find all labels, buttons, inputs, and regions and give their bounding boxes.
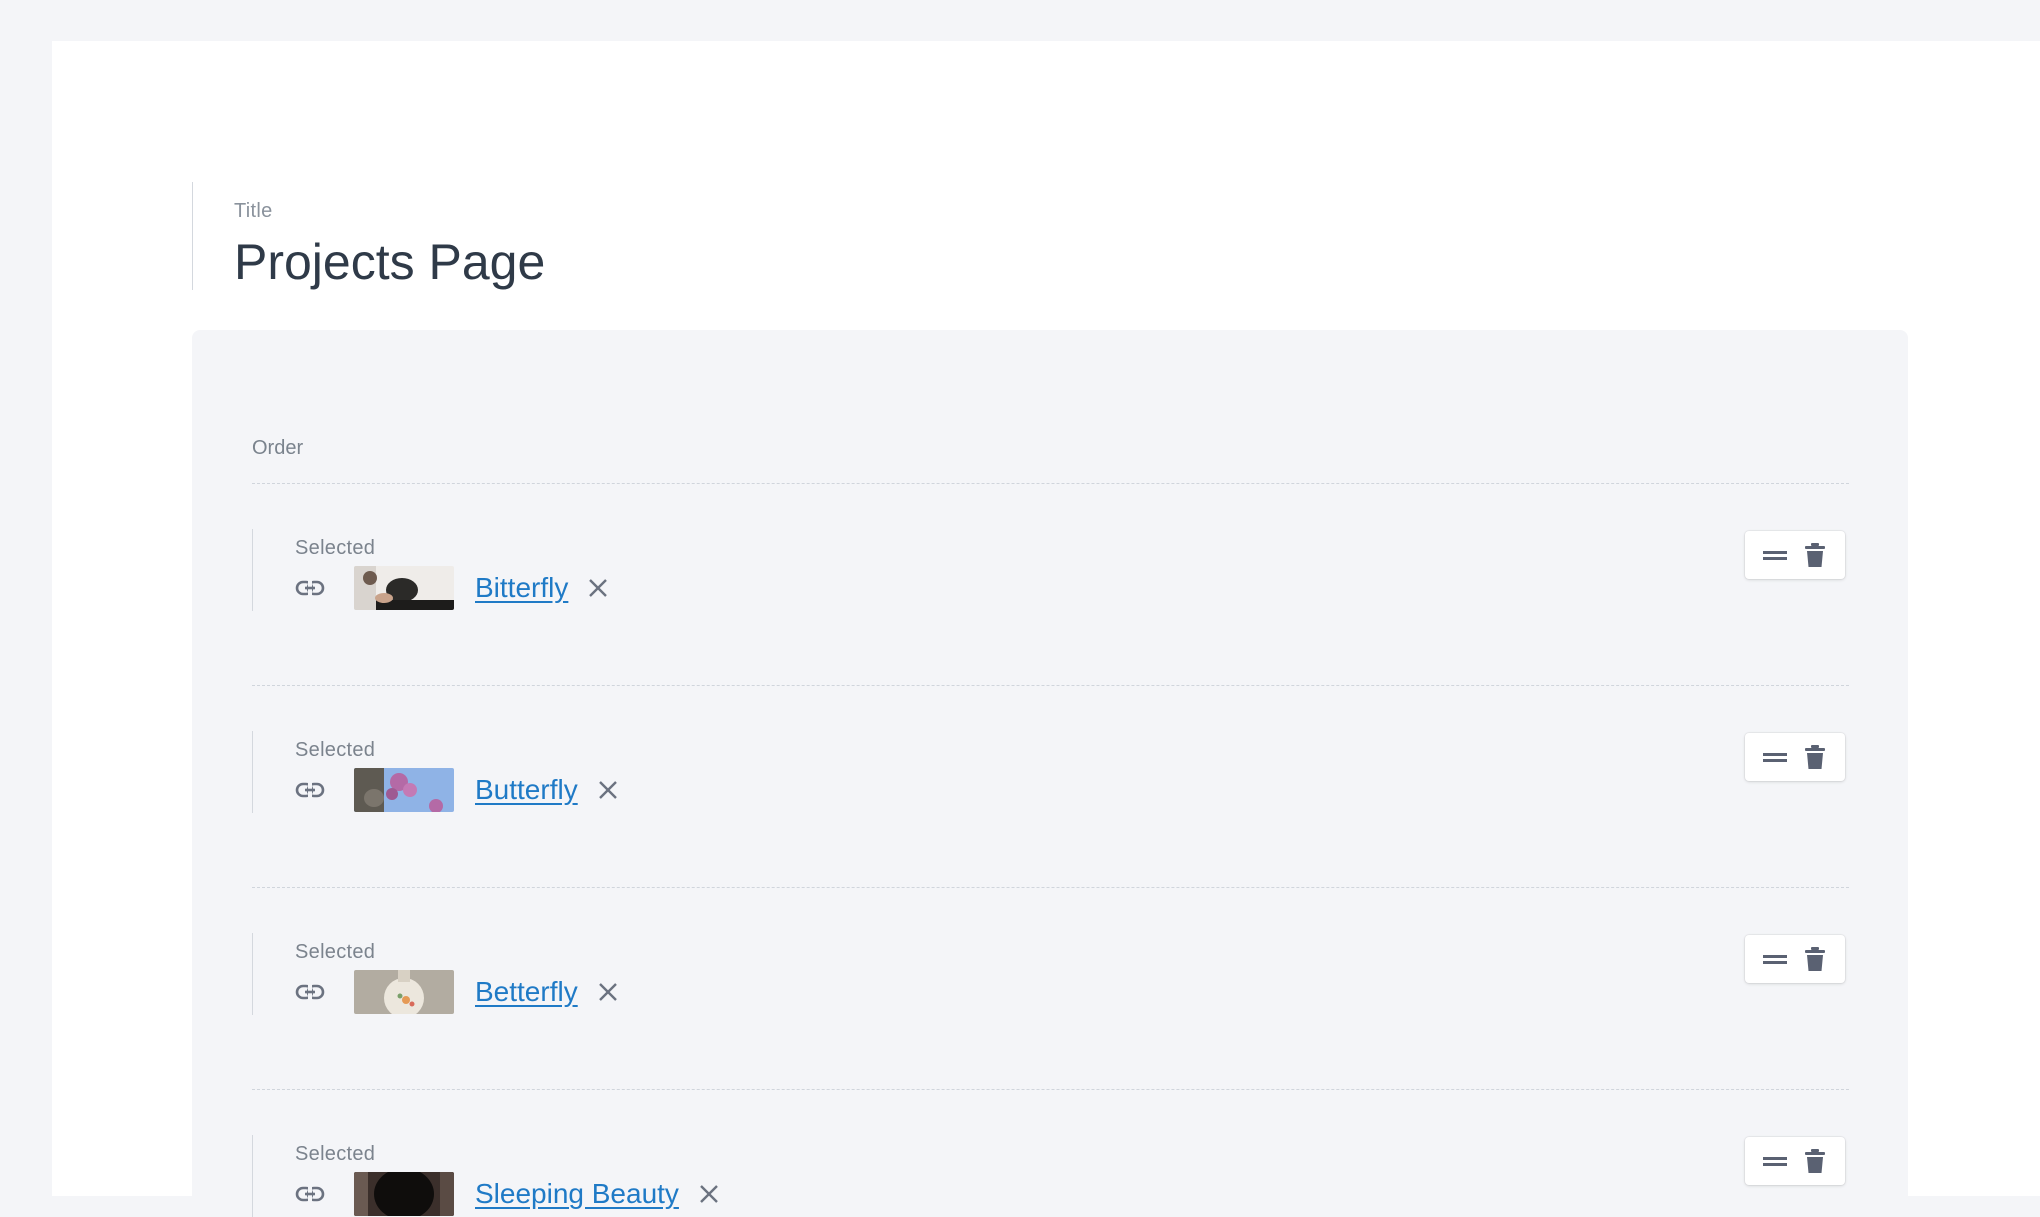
selected-line: Bitterfly: [295, 566, 612, 610]
entry-thumbnail: [354, 970, 454, 1014]
close-icon[interactable]: [695, 1180, 723, 1208]
link-icon: [295, 1179, 325, 1209]
list-item-body: Selected Betterfly: [252, 933, 622, 1015]
drag-handle-icon[interactable]: [1762, 541, 1788, 569]
selected-label: Selected: [295, 941, 376, 963]
selected-label: Selected: [295, 537, 376, 559]
entry-link[interactable]: Butterfly: [475, 774, 578, 806]
divider: [252, 887, 1849, 888]
divider: [252, 685, 1849, 686]
selected-line: Butterfly: [295, 768, 622, 812]
title-field-label: Title: [234, 200, 273, 222]
drag-handle-icon[interactable]: [1762, 743, 1788, 771]
close-icon[interactable]: [584, 574, 612, 602]
entry-link[interactable]: Sleeping Beauty: [475, 1178, 679, 1210]
trash-icon[interactable]: [1802, 945, 1828, 973]
page-title[interactable]: Projects Page: [234, 233, 545, 291]
list-item: Selected Sleeping Beauty: [252, 1135, 1849, 1217]
link-icon: [295, 775, 325, 805]
divider: [252, 483, 1849, 484]
entry-link[interactable]: Bitterfly: [475, 572, 568, 604]
trash-icon[interactable]: [1802, 541, 1828, 569]
list-item: Selected Bitterfly: [252, 529, 1849, 611]
close-icon[interactable]: [594, 776, 622, 804]
entry-thumbnail: [354, 768, 454, 812]
list-item-body: Selected Butterfly: [252, 731, 622, 813]
list-item: Selected Butterfly: [252, 731, 1849, 813]
drag-handle-icon[interactable]: [1762, 945, 1788, 973]
row-actions: [1745, 1137, 1845, 1185]
trash-icon[interactable]: [1802, 743, 1828, 771]
list-item-body: Selected Bitterfly: [252, 529, 612, 611]
divider: [252, 1089, 1849, 1090]
title-field: Title Projects Page: [192, 182, 545, 290]
main-content: Title Projects Page Order Selected Bitte…: [52, 41, 2040, 1217]
order-panel: Order Selected Bitterfly Selected Butter…: [192, 330, 1908, 1217]
entry-thumbnail: [354, 566, 454, 610]
link-icon: [295, 977, 325, 1007]
selected-label: Selected: [295, 739, 376, 761]
link-icon: [295, 573, 325, 603]
trash-icon[interactable]: [1802, 1147, 1828, 1175]
order-label: Order: [252, 437, 304, 459]
list-item-body: Selected Sleeping Beauty: [252, 1135, 723, 1217]
row-actions: [1745, 531, 1845, 579]
entry-link[interactable]: Betterfly: [475, 976, 578, 1008]
row-actions: [1745, 733, 1845, 781]
list-item: Selected Betterfly: [252, 933, 1849, 1015]
selected-line: Sleeping Beauty: [295, 1172, 723, 1216]
selected-label: Selected: [295, 1143, 376, 1165]
close-icon[interactable]: [594, 978, 622, 1006]
selected-line: Betterfly: [295, 970, 622, 1014]
entry-thumbnail: [354, 1172, 454, 1216]
row-actions: [1745, 935, 1845, 983]
drag-handle-icon[interactable]: [1762, 1147, 1788, 1175]
